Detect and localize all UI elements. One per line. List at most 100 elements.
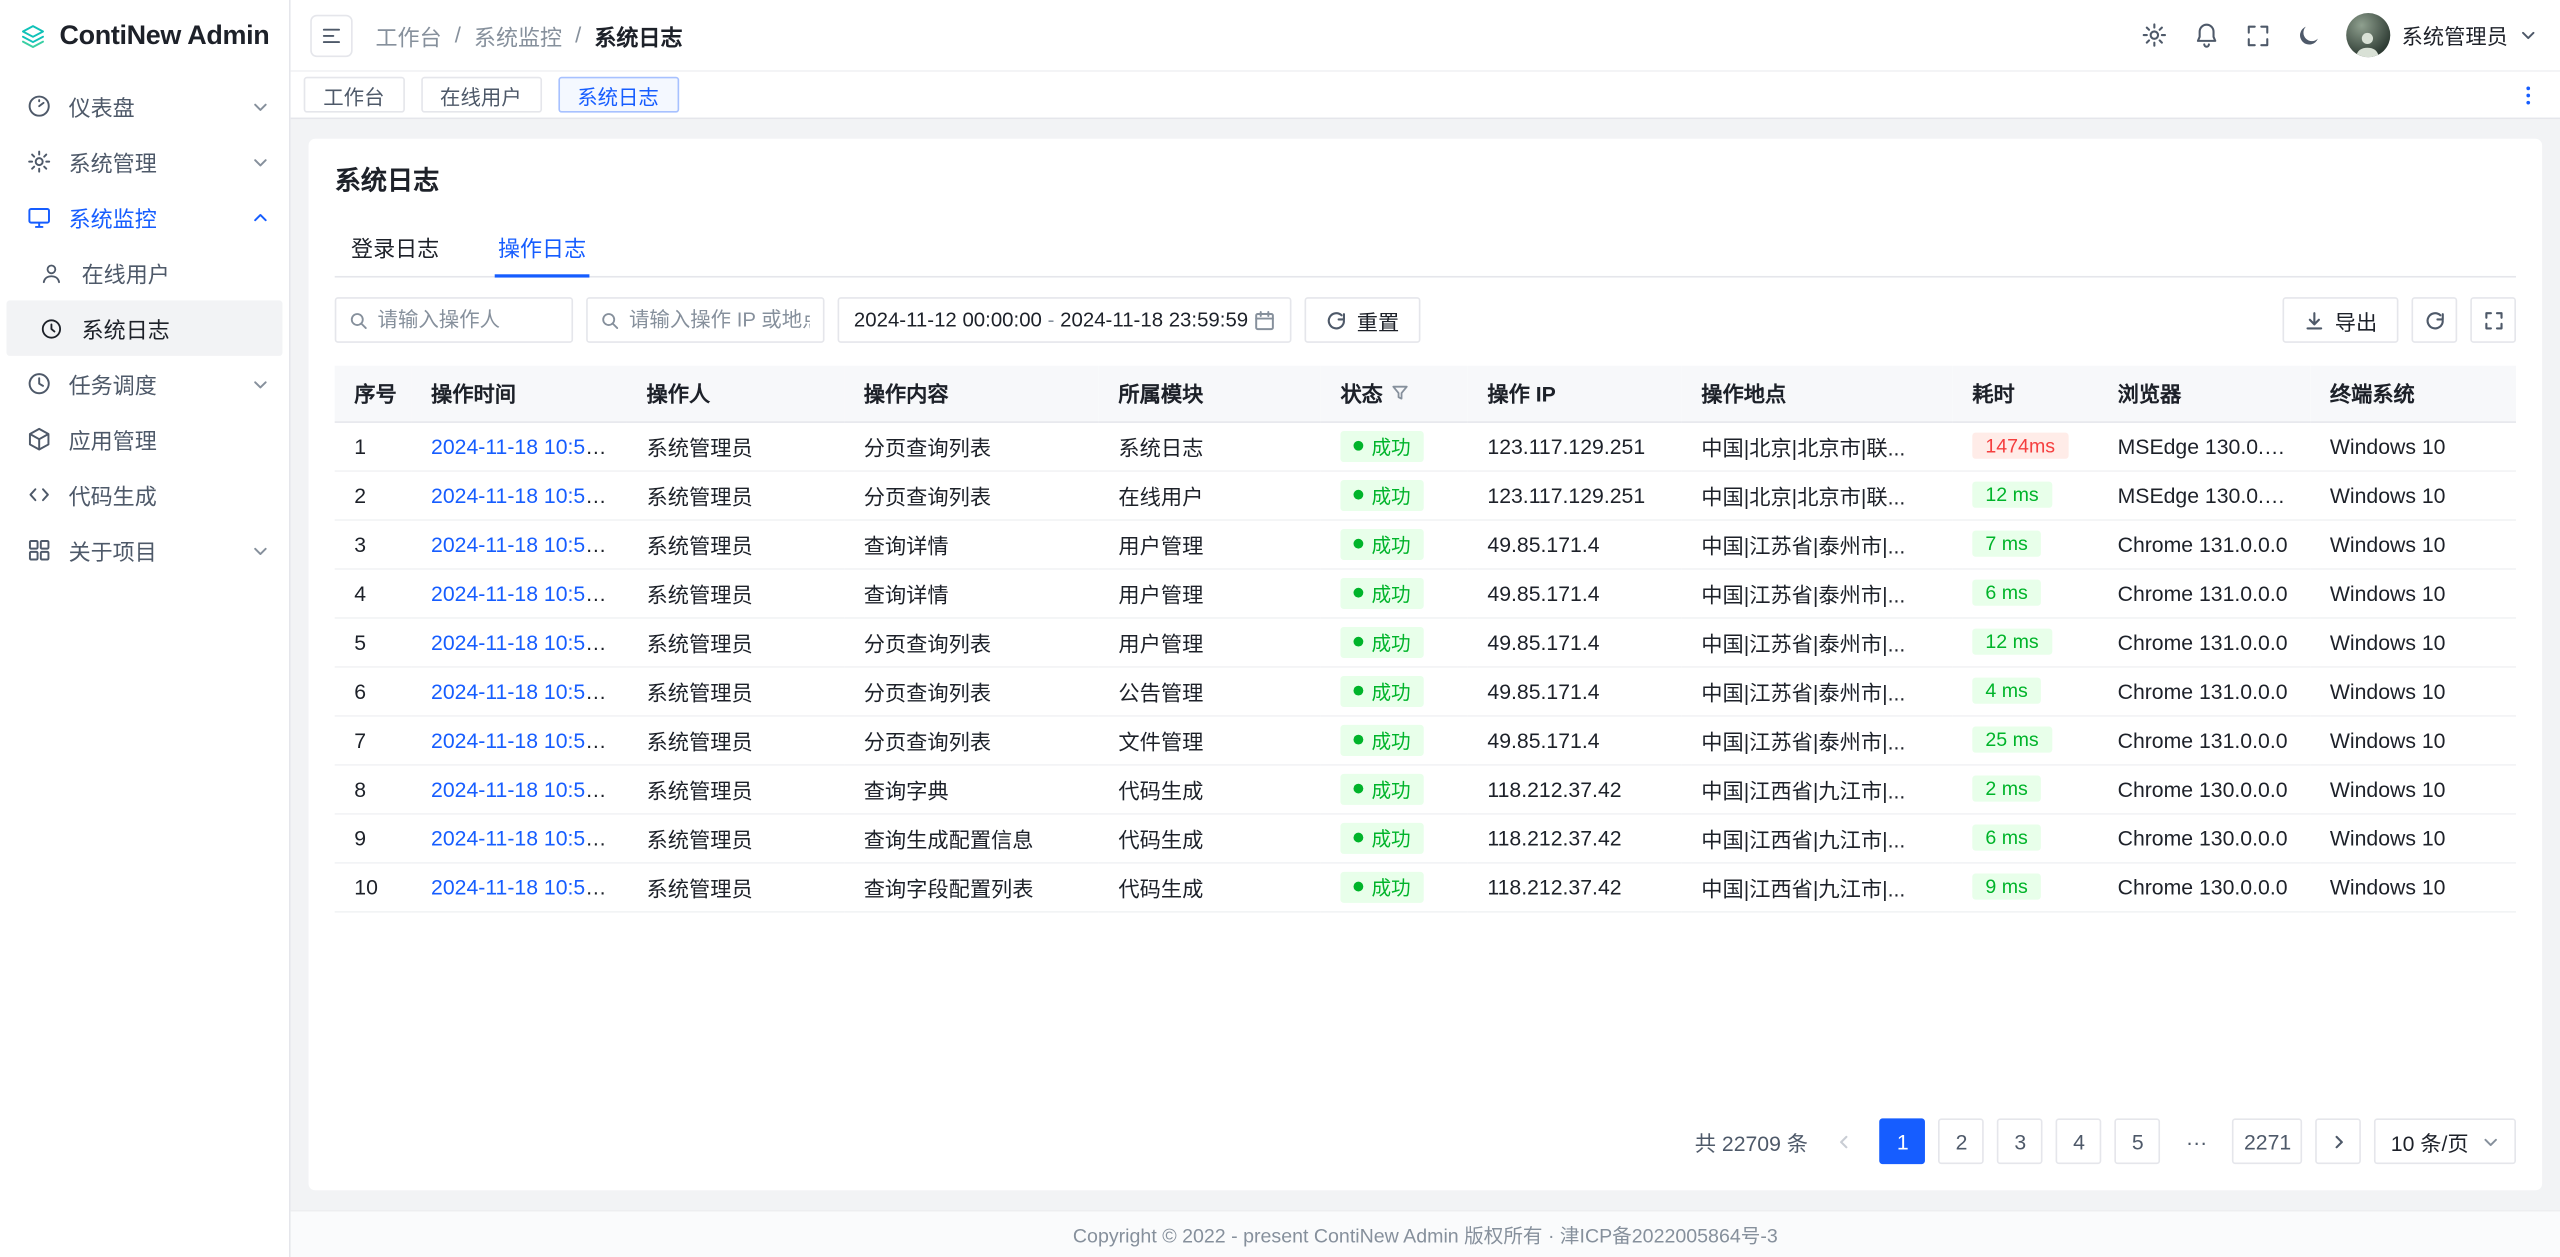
status-label: 成功 <box>1371 530 1410 558</box>
sidebar-item-system-log[interactable]: 系统日志 <box>7 300 283 356</box>
menu-collapse-button[interactable] <box>310 14 352 56</box>
page-button[interactable]: 1 <box>1880 1118 1926 1164</box>
breadcrumb-item[interactable]: 工作台 <box>376 19 442 52</box>
more-vertical-icon[interactable] <box>2516 82 2540 106</box>
operation-time-link[interactable]: 2024-11-18 10:51:53 <box>431 678 627 702</box>
operation-time-link[interactable]: 2024-11-18 10:51:49 <box>431 825 627 849</box>
cell-ip: 123.117.129.251 <box>1468 470 1682 519</box>
cell-duration: 1474ms <box>1953 421 2098 470</box>
sidebar-item-system-management[interactable]: 系统管理 <box>7 134 283 190</box>
sidebar-item-about-project[interactable]: 关于项目 <box>7 522 283 578</box>
status-dot-icon <box>1354 588 1364 598</box>
notification-bell-icon[interactable] <box>2193 21 2221 49</box>
operation-time-link[interactable]: 2024-11-18 10:52:12 <box>431 531 627 555</box>
app-logo[interactable]: ContiNew Admin <box>0 0 289 72</box>
status-badge: 成功 <box>1340 675 1423 706</box>
reset-label: 重置 <box>1357 304 1399 335</box>
date-range-picker[interactable]: 2024-11-12 00:00:00 - 2024-11-18 23:59:5… <box>838 297 1292 343</box>
dark-mode-moon-icon[interactable] <box>2296 22 2322 48</box>
user-menu[interactable]: 系统管理员 <box>2346 13 2537 57</box>
cell-time: 2024-11-18 10:52:47 <box>411 470 627 519</box>
prev-page-button[interactable] <box>1821 1118 1867 1164</box>
cell-browser: Chrome 130.0.0.0 <box>2098 764 2310 813</box>
status-label: 成功 <box>1371 481 1410 509</box>
sidebar-item-app-management[interactable]: 应用管理 <box>7 411 283 467</box>
reset-button[interactable]: 重置 <box>1305 297 1421 343</box>
status-dot-icon <box>1354 490 1364 500</box>
sidebar-item-system-monitor[interactable]: 系统监控 <box>7 189 283 245</box>
footer: Copyright © 2022 - present ContiNew Admi… <box>291 1210 2560 1257</box>
cell-duration: 12 ms <box>1953 617 2098 666</box>
tab-label: 系统日志 <box>577 79 659 110</box>
page-size-select[interactable]: 10 条/页 <box>2374 1118 2516 1164</box>
breadcrumb-current: 系统日志 <box>594 19 682 52</box>
tab-online-users[interactable]: 在线用户 <box>420 77 541 113</box>
cell-content: 分页查询列表 <box>844 617 1099 666</box>
page-button[interactable]: 2 <box>1939 1118 1985 1164</box>
cell-status: 成功 <box>1321 470 1468 519</box>
copyright-text: Copyright © 2022 - present ContiNew Admi… <box>1073 1220 1778 1248</box>
col-header-module: 所属模块 <box>1099 366 1321 422</box>
cell-os: Windows 10 <box>2310 519 2516 568</box>
status-badge: 成功 <box>1340 822 1423 853</box>
code-icon <box>26 482 52 508</box>
status-badge: 成功 <box>1340 626 1423 657</box>
tab-system-log[interactable]: 系统日志 <box>558 77 679 113</box>
sidebar-item-dashboard[interactable]: 仪表盘 <box>7 78 283 134</box>
cell-time: 2024-11-18 10:51:53 <box>411 666 627 715</box>
next-page-button[interactable] <box>2316 1118 2362 1164</box>
filter-icon[interactable] <box>1391 384 1409 402</box>
cell-operator: 系统管理员 <box>627 764 844 813</box>
chevron-right-icon <box>2330 1132 2348 1150</box>
page-button[interactable]: 4 <box>2056 1118 2102 1164</box>
settings-icon[interactable] <box>2140 21 2168 49</box>
page-button[interactable]: 2271 <box>2233 1118 2303 1164</box>
operation-time-link[interactable]: 2024-11-18 10:52:05 <box>431 580 627 604</box>
log-type-tabs: 登录日志 操作日志 <box>335 217 2516 277</box>
status-label: 成功 <box>1371 873 1410 901</box>
cell-content: 查询生成配置信息 <box>844 813 1099 862</box>
cell-ip: 49.85.171.4 <box>1468 519 1682 568</box>
date-end: 2024-11-18 23:59:59 <box>1060 309 1248 332</box>
cell-time: 2024-11-18 10:52:05 <box>411 568 627 617</box>
operation-time-link[interactable]: 2024-11-18 10:52:47 <box>431 482 627 506</box>
sidebar-item-online-users[interactable]: 在线用户 <box>7 245 283 301</box>
search-icon <box>349 309 367 330</box>
cell-module: 系统日志 <box>1099 421 1321 470</box>
operation-time-link[interactable]: 2024-11-18 10:51:49 <box>431 874 627 898</box>
cell-content: 查询字典 <box>844 764 1099 813</box>
operation-time-link[interactable]: 2024-11-18 10:51:52 <box>431 727 627 751</box>
breadcrumb-item[interactable]: 系统监控 <box>474 19 562 52</box>
chevron-down-icon <box>251 153 269 171</box>
page-button[interactable]: 5 <box>2115 1118 2161 1164</box>
page-button[interactable]: ··· <box>2174 1118 2220 1164</box>
operation-time-link[interactable]: 2024-11-18 10:51:55 <box>431 629 627 653</box>
operator-search-input[interactable] <box>335 297 573 343</box>
operation-log-table: 序号 操作时间 操作人 操作内容 所属模块 状态 <box>335 366 2516 912</box>
tab-workbench[interactable]: 工作台 <box>304 77 404 113</box>
chevron-down-icon <box>251 541 269 559</box>
export-button[interactable]: 导出 <box>2282 297 2398 343</box>
status-badge: 成功 <box>1340 724 1423 755</box>
duration-badge: 25 ms <box>1972 727 2051 753</box>
operation-time-link[interactable]: 2024-11-18 10:52:55 <box>431 433 627 457</box>
sidebar-item-task-schedule[interactable]: 任务调度 <box>7 356 283 412</box>
cell-module: 文件管理 <box>1099 715 1321 764</box>
refresh-button[interactable] <box>2411 297 2457 343</box>
nav-tabs-bar: 工作台 在线用户 系统日志 <box>291 72 2560 119</box>
expand-table-button[interactable] <box>2470 297 2516 343</box>
sidebar-item-code-generation[interactable]: 代码生成 <box>7 467 283 523</box>
cell-os: Windows 10 <box>2310 666 2516 715</box>
tab-login-log[interactable]: 登录日志 <box>348 217 443 276</box>
duration-badge: 7 ms <box>1972 531 2041 557</box>
operation-time-link[interactable]: 2024-11-18 10:51:50 <box>431 776 627 800</box>
cell-browser: Chrome 131.0.0.0 <box>2098 715 2310 764</box>
page-button[interactable]: 3 <box>1997 1118 2043 1164</box>
calendar-icon <box>1254 309 1275 330</box>
fullscreen-icon[interactable] <box>2245 22 2271 48</box>
cell-no: 1 <box>335 421 412 470</box>
ip-location-search-input[interactable] <box>586 297 824 343</box>
tab-operation-log[interactable]: 操作日志 <box>495 217 590 276</box>
cell-module: 用户管理 <box>1099 568 1321 617</box>
cell-ip: 118.212.37.42 <box>1468 862 1682 911</box>
